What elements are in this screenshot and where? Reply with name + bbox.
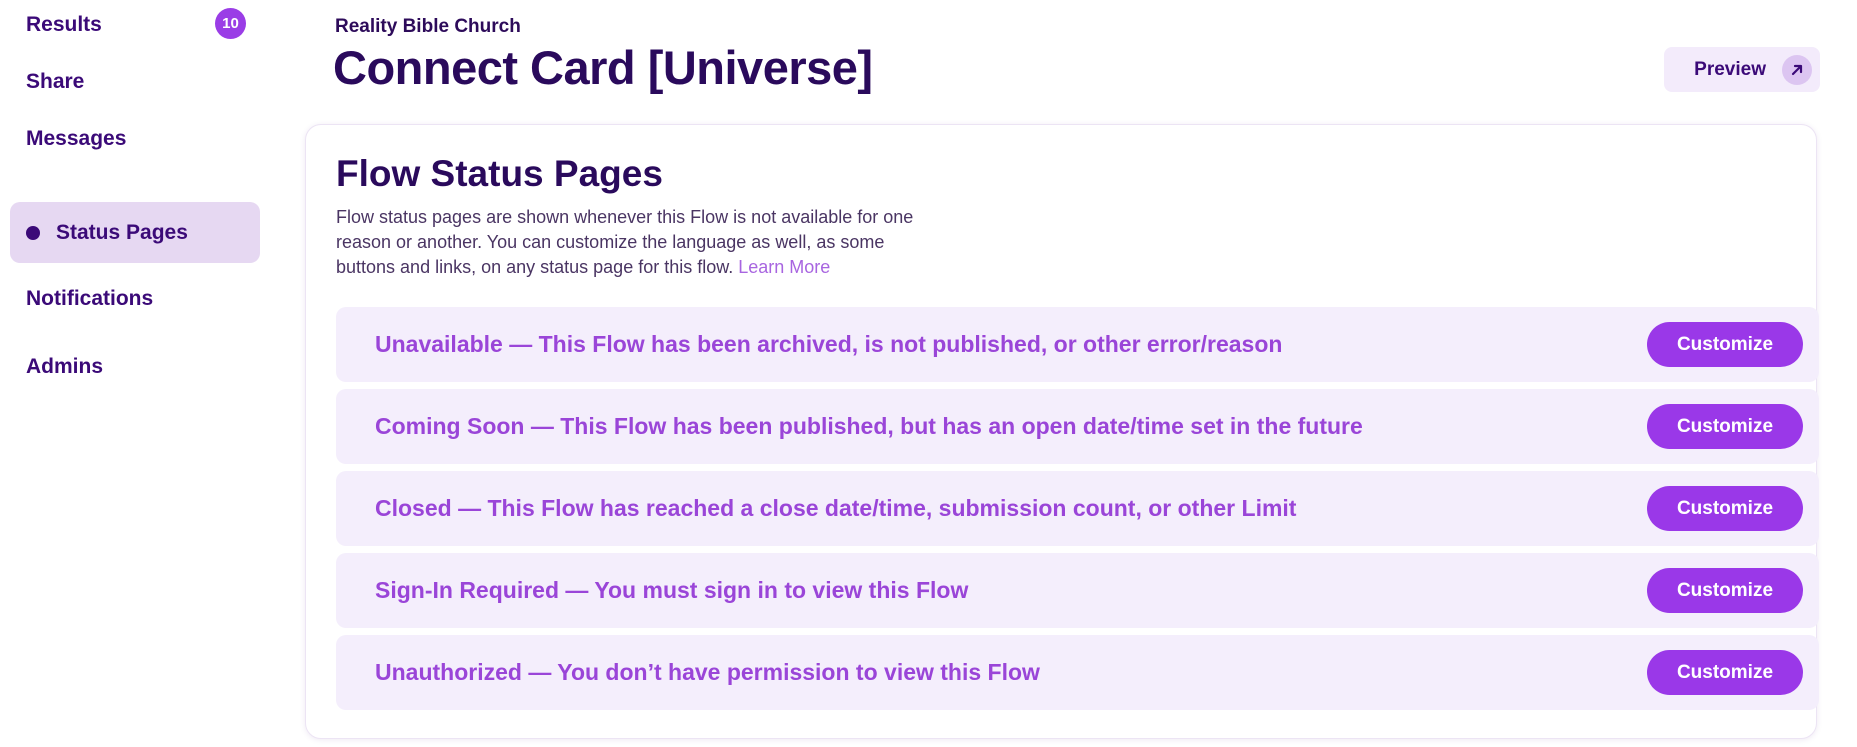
- active-dot-icon: [26, 225, 40, 240]
- status-description: Closed — This Flow has reached a close d…: [375, 495, 1297, 521]
- customize-button[interactable]: Customize: [1647, 322, 1803, 367]
- status-row-sign-in-required: Sign-In Required — You must sign in to v…: [336, 553, 1819, 628]
- preview-button[interactable]: Preview: [1664, 47, 1820, 92]
- customize-button[interactable]: Customize: [1647, 404, 1803, 449]
- sidebar-item-label: Messages: [26, 126, 127, 150]
- customize-button[interactable]: Customize: [1647, 486, 1803, 531]
- sidebar-item-label: Status Pages: [56, 220, 188, 244]
- sidebar: Results 10 Share Messages Status Pages N…: [0, 0, 270, 747]
- organization-name: Reality Bible Church: [335, 16, 521, 37]
- status-pages-card: Flow Status Pages Flow status pages are …: [305, 124, 1819, 739]
- customize-button[interactable]: Customize: [1647, 568, 1803, 613]
- sidebar-item-label: Notifications: [26, 286, 154, 310]
- status-description: Unauthorized — You don’t have permission…: [375, 659, 1040, 685]
- status-row-unauthorized: Unauthorized — You don’t have permission…: [336, 635, 1819, 710]
- card-title: Flow Status Pages: [336, 153, 663, 194]
- sidebar-item-notifications[interactable]: Notifications: [10, 268, 260, 329]
- status-description: Sign-In Required — You must sign in to v…: [375, 577, 969, 603]
- status-row-unavailable: Unavailable — This Flow has been archive…: [336, 307, 1819, 382]
- status-description: Unavailable — This Flow has been archive…: [375, 331, 1283, 357]
- page-title: Connect Card [Universe]: [333, 41, 873, 94]
- sidebar-item-label: Share: [26, 69, 85, 93]
- arrow-up-right-icon: [1782, 54, 1812, 85]
- results-count-badge: 10: [215, 8, 246, 39]
- status-description: Coming Soon — This Flow has been publish…: [375, 413, 1363, 439]
- sidebar-item-share[interactable]: Share: [10, 51, 260, 112]
- app: Results 10 Share Messages Status Pages N…: [0, 0, 1857, 747]
- learn-more-link[interactable]: Learn More: [738, 257, 830, 277]
- sidebar-item-label: Admins: [26, 354, 104, 378]
- sidebar-item-label: Results: [26, 12, 102, 36]
- sidebar-item-status-pages[interactable]: Status Pages: [10, 202, 260, 263]
- sidebar-item-results[interactable]: Results 10: [10, 0, 260, 55]
- customize-button[interactable]: Customize: [1647, 650, 1803, 695]
- status-row-closed: Closed — This Flow has reached a close d…: [336, 471, 1819, 546]
- sidebar-item-admins[interactable]: Admins: [10, 336, 260, 397]
- status-list: Unavailable — This Flow has been archive…: [336, 307, 1819, 717]
- preview-button-label: Preview: [1694, 58, 1766, 80]
- sidebar-item-messages[interactable]: Messages: [10, 108, 260, 169]
- status-row-coming-soon: Coming Soon — This Flow has been publish…: [336, 389, 1819, 464]
- card-description: Flow status pages are shown whenever thi…: [336, 205, 926, 280]
